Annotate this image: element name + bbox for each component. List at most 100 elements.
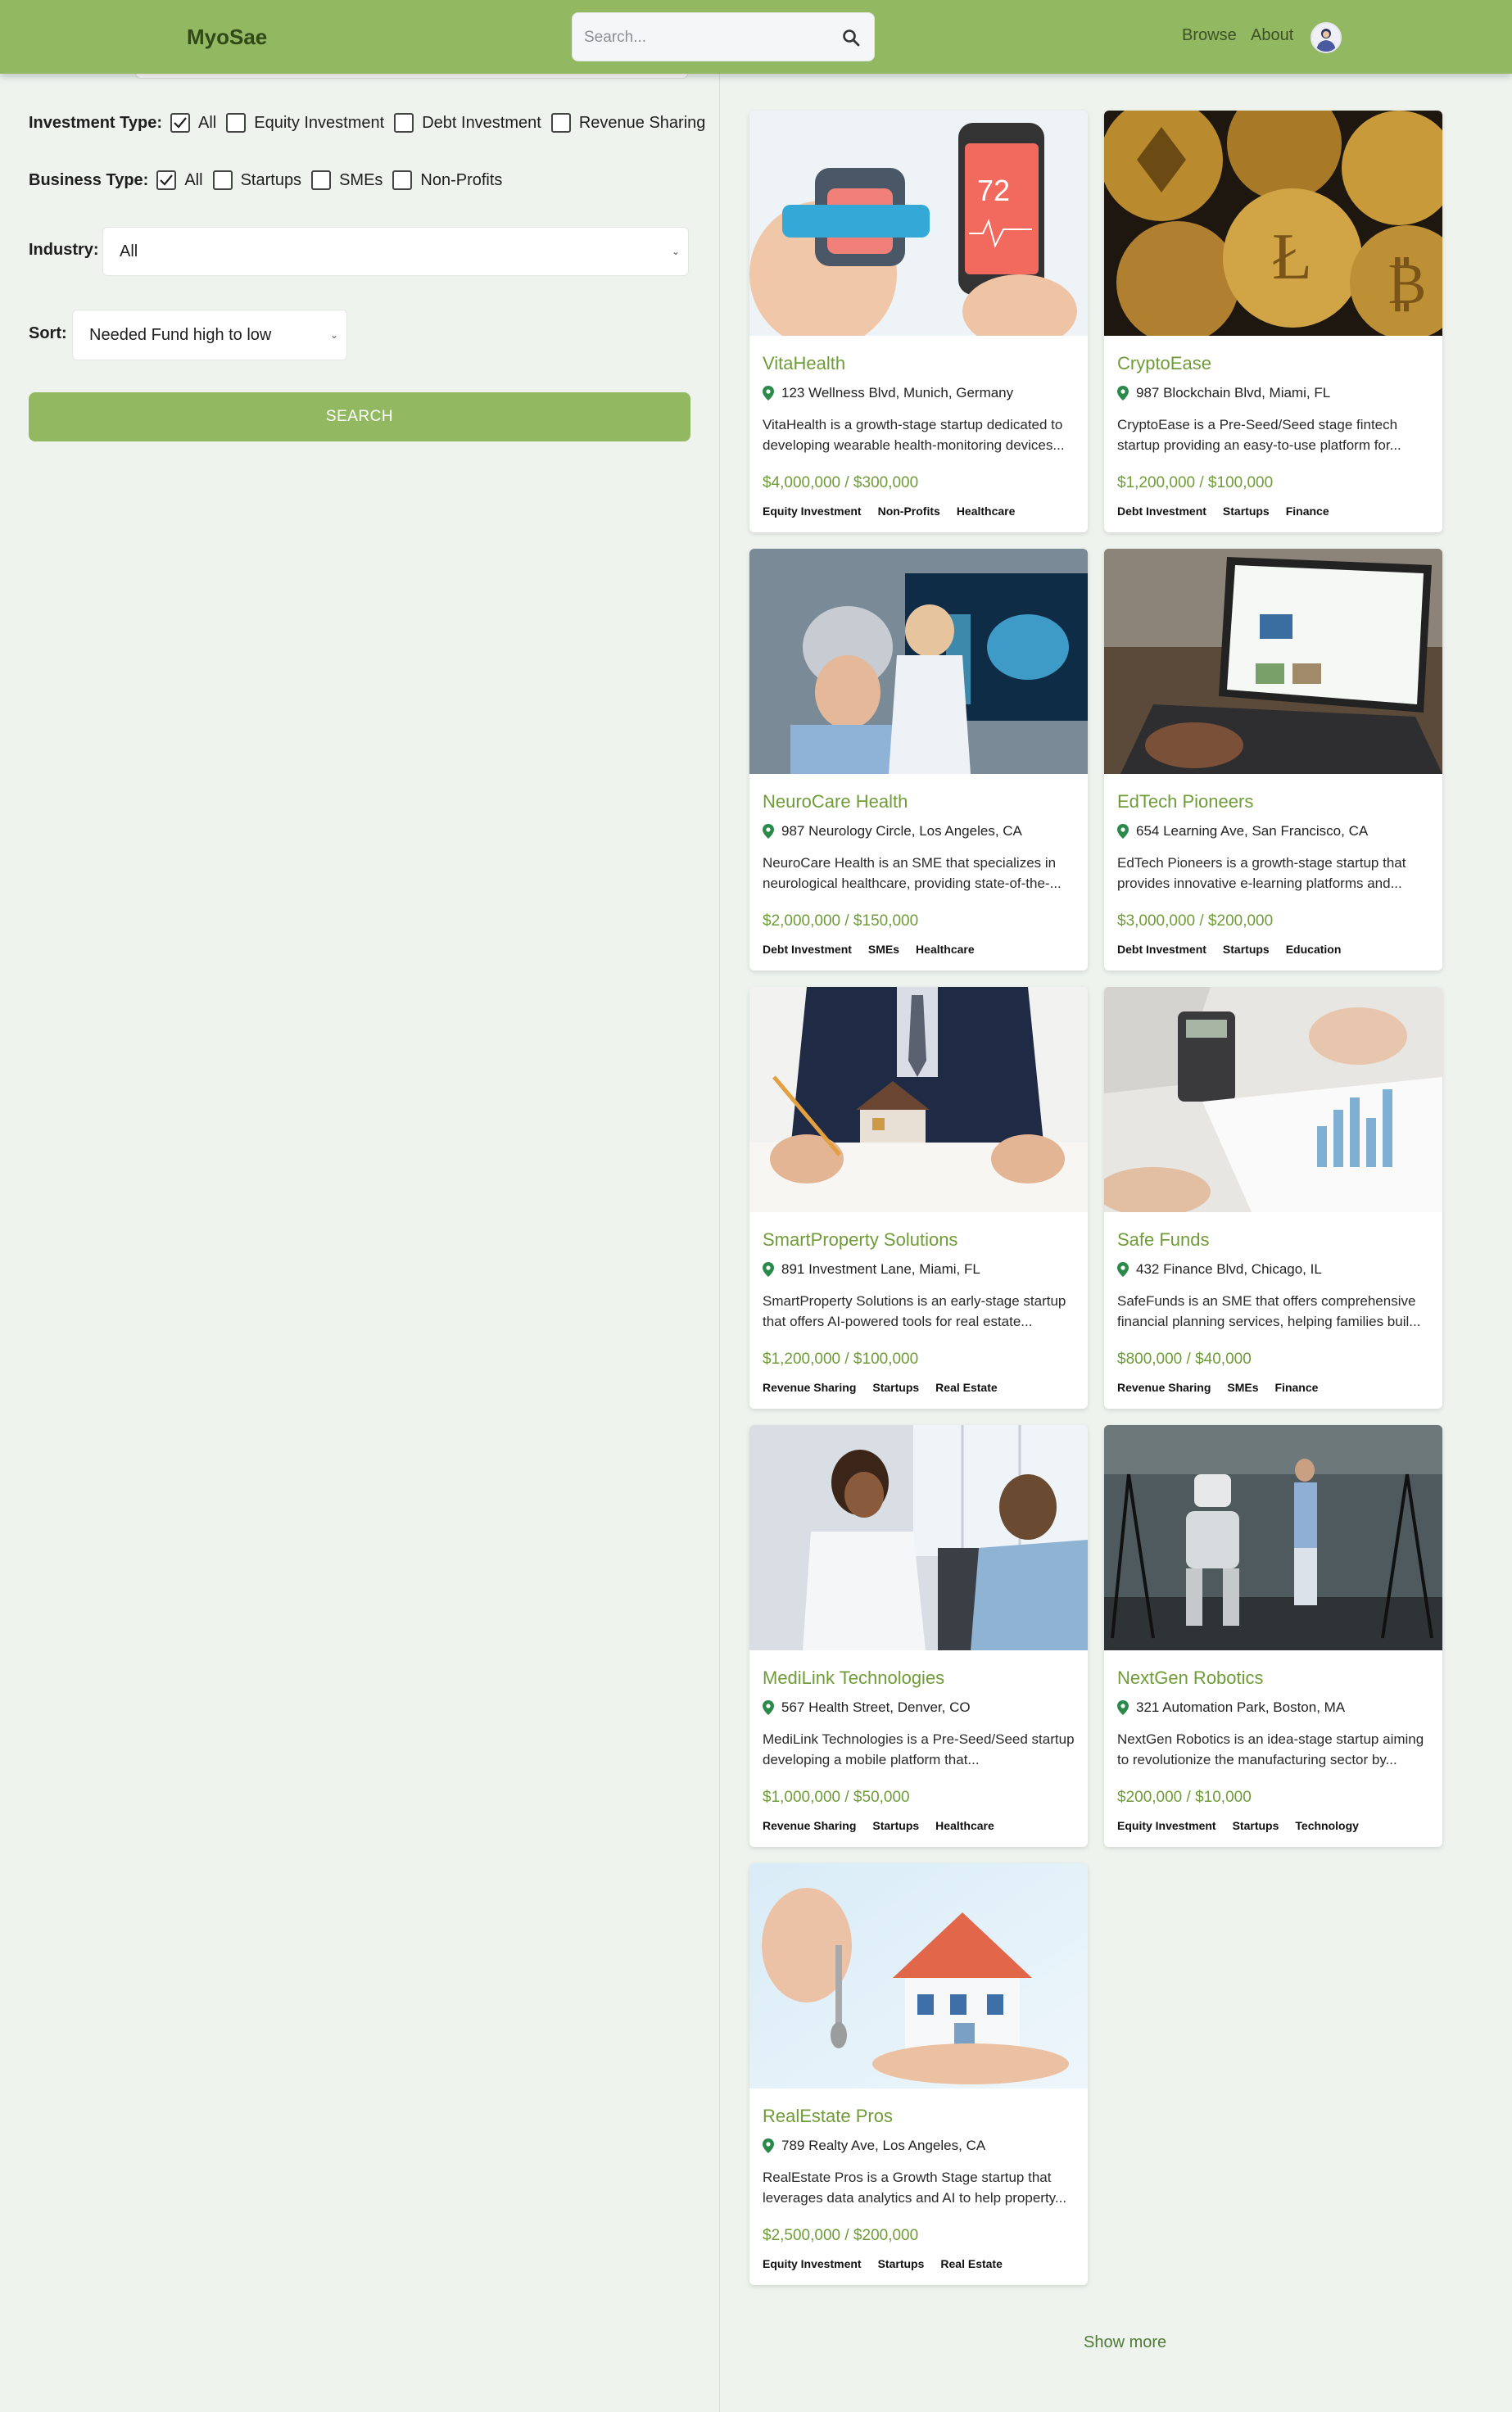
listing-card[interactable]: Ł ₿ CryptoEase 987 Blockchain Blvd, Miam… [1104,111,1442,532]
listing-title[interactable]: EdTech Pioneers [1117,791,1253,812]
avatar-icon [1312,24,1340,52]
listing-title[interactable]: CryptoEase [1117,353,1211,374]
sort-select[interactable]: Needed Fund high to low ⌄ [72,310,347,360]
search-input[interactable] [584,25,830,51]
listing-card[interactable]: SmartProperty Solutions 891 Investment L… [749,987,1088,1409]
listing-location: 987 Blockchain Blvd, Miami, FL [1117,385,1330,401]
checkbox-label: Startups [240,170,302,189]
location-pin-icon [763,1262,774,1277]
listing-title[interactable]: NeuroCare Health [763,791,908,812]
listing-description: RealEstate Pros is a Growth Stage startu… [763,2170,1067,2206]
listing-title[interactable]: VitaHealth [763,353,845,374]
listing-description: NextGen Robotics is an idea-stage startu… [1117,1731,1424,1767]
location-text: 891 Investment Lane, Miami, FL [781,1261,980,1277]
listing-card[interactable]: MediLink Technologies 567 Health Street,… [749,1425,1088,1847]
checkbox-startups[interactable] [212,170,233,190]
search-button[interactable]: SEARCH [29,392,690,441]
listing-card[interactable]: EdTech Pioneers 654 Learning Ave, San Fr… [1104,549,1442,971]
listing-location: 321 Automation Park, Boston, MA [1117,1699,1345,1716]
location-text: 321 Automation Park, Boston, MA [1136,1699,1346,1715]
listing-description: CryptoEase is a Pre-Seed/Seed stage fint… [1117,417,1401,453]
location-text: 567 Health Street, Denver, CO [781,1699,971,1715]
logo[interactable]: MyoSae [187,25,267,50]
checkbox-revenue-sharing[interactable] [550,113,571,133]
checkbox-label: All [184,170,203,189]
tag: Equity Investment [763,505,862,518]
listing-description: SmartProperty Solutions is an early-stag… [763,1293,1066,1329]
location-pin-icon [763,1700,774,1715]
chevron-down-icon: ⌄ [671,246,680,257]
checkbox-non-profits[interactable] [392,170,413,190]
industry-value: All [120,242,138,260]
tag: SMEs [867,943,900,956]
location-pin-icon [1117,1262,1129,1277]
listing-location: 891 Investment Lane, Miami, FL [763,1261,980,1278]
search-bar [572,12,875,61]
tag: Finance [1285,505,1329,518]
listing-funds: $1,200,000 / $100,000 [1117,474,1274,491]
listing-title[interactable]: RealEstate Pros [763,2106,893,2127]
business-type-label: Business Type: [29,170,149,189]
checkbox-label: All [198,113,217,132]
industry-label: Industry: [29,241,99,259]
tag: Real Estate [940,2257,1003,2270]
nav-about[interactable]: About [1251,26,1293,45]
industry-filter: Industry: [29,241,107,260]
listing-card[interactable]: NeuroCare Health 987 Neurology Circle, L… [749,549,1088,971]
listing-card[interactable]: NextGen Robotics 321 Automation Park, Bo… [1104,1425,1442,1847]
listing-title[interactable]: SmartProperty Solutions [763,1229,957,1251]
listing-title[interactable]: Safe Funds [1117,1229,1210,1251]
location-text: 789 Realty Ave, Los Angeles, CA [781,2138,986,2153]
chevron-down-icon: ⌄ [329,329,338,341]
listing-card[interactable]: RealEstate Pros 789 Realty Ave, Los Ange… [749,1863,1088,2285]
listing-title[interactable]: MediLink Technologies [763,1668,944,1689]
listing-card[interactable]: 72 VitaHealth 123 Wellness Blvd, Munich,… [749,111,1088,532]
listing-image: 72 [749,111,1088,336]
tag: Healthcare [916,943,975,956]
location-text: 987 Neurology Circle, Los Angeles, CA [781,823,1022,839]
tag: Debt Investment [1117,505,1206,518]
filter-panel: Investment Type: All Equity Investment D… [0,74,720,2412]
listing-description: NeuroCare Health is an SME that speciali… [763,855,1062,891]
show-more-link[interactable]: Show more [1084,2333,1166,2352]
avatar[interactable] [1311,22,1342,53]
tag: Revenue Sharing [763,1819,857,1832]
location-pin-icon [763,386,774,400]
top-navbar: MyoSae Browse About [0,0,1512,74]
location-pin-icon [1117,824,1129,839]
industry-select[interactable]: All ⌄ [102,227,689,276]
checkbox-business-all[interactable] [156,170,177,190]
sort-value: Needed Fund high to low [89,325,272,344]
checkbox-debt-investment[interactable] [394,113,414,133]
tag: Technology [1295,1819,1359,1832]
tag: Startups [1232,1819,1279,1832]
nav-browse[interactable]: Browse [1182,26,1237,45]
tag: Startups [872,1819,920,1832]
hidden-scrolled-input [135,74,688,79]
listing-card[interactable]: Safe Funds 432 Finance Blvd, Chicago, IL… [1104,987,1442,1409]
checkbox-investment-all[interactable] [170,113,190,133]
location-text: 432 Finance Blvd, Chicago, IL [1136,1261,1322,1277]
search-icon[interactable] [841,28,861,48]
tag: Non-Profits [877,505,940,518]
listing-image [1104,549,1442,774]
listing-description: EdTech Pioneers is a growth-stage startu… [1117,855,1406,891]
tag: Equity Investment [763,2257,862,2270]
tag: Education [1285,943,1342,956]
checkbox-smes[interactable] [311,170,332,190]
svg-text:72: 72 [977,174,1010,207]
listing-funds: $1,200,000 / $100,000 [763,1351,919,1368]
location-text: 654 Learning Ave, San Francisco, CA [1136,823,1369,839]
location-pin-icon [1117,386,1129,400]
listing-tags: Revenue Sharing Startups Healthcare [763,1819,1011,1832]
tag: Debt Investment [763,943,852,956]
svg-text:Ł: Ł [1272,221,1312,293]
checkbox-label: Equity Investment [254,113,385,132]
location-pin-icon [763,824,774,839]
tag: Finance [1274,1381,1319,1394]
checkbox-equity-investment[interactable] [226,113,247,133]
listing-title[interactable]: NextGen Robotics [1117,1668,1264,1689]
listing-location: 567 Health Street, Denver, CO [763,1699,971,1716]
tag: Startups [872,1381,920,1394]
listing-funds: $3,000,000 / $200,000 [1117,912,1274,930]
